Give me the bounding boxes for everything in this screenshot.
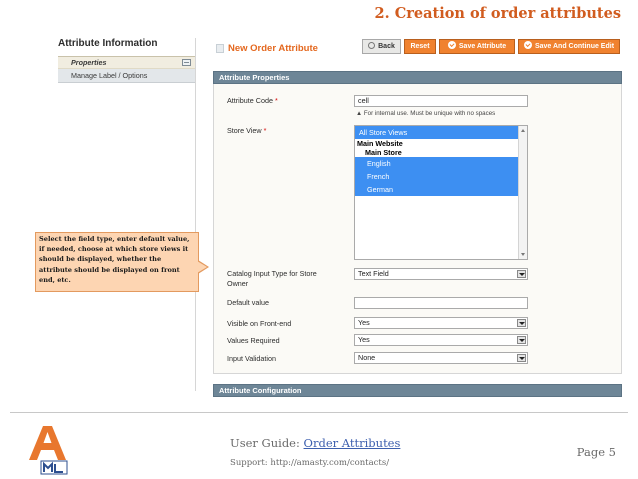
input-validation-value: None: [358, 353, 376, 362]
user-guide-title: User Guide: Order Attributes: [230, 436, 400, 450]
support-link[interactable]: Support: http://amasty.com/contacts/: [230, 458, 389, 468]
sidebar-item-properties[interactable]: Properties: [58, 56, 195, 69]
reset-button[interactable]: Reset: [404, 39, 436, 54]
store-view-group-website: Main Website: [357, 139, 403, 148]
scroll-up-icon[interactable]: [521, 129, 525, 132]
back-arrow-icon: [368, 42, 376, 49]
footer-divider: [10, 412, 628, 413]
store-view-label: Store View *: [227, 126, 267, 135]
form-icon: [216, 44, 224, 53]
sidebar-item-label: Properties: [71, 58, 107, 67]
default-value-input[interactable]: [354, 297, 528, 309]
page-number: Page 5: [576, 445, 616, 459]
callout-note: Select the field type, enter default val…: [35, 232, 199, 292]
store-view-option-german[interactable]: German: [355, 183, 518, 196]
input-type-value: Text Field: [358, 269, 389, 278]
visible-front-select[interactable]: Yes: [354, 317, 528, 329]
sidebar-item-manage-options[interactable]: Manage Label / Options: [58, 69, 195, 83]
guide-prefix: User Guide:: [230, 436, 304, 450]
section-header-properties[interactable]: Attribute Properties: [213, 71, 622, 84]
sidebar-item-label: Manage Label / Options: [71, 71, 148, 80]
back-button[interactable]: Back: [362, 39, 401, 54]
input-type-select[interactable]: Text Field: [354, 268, 528, 280]
callout-pointer-fill: [197, 261, 207, 273]
input-type-label: Catalog Input Type for Store Owner: [227, 269, 317, 288]
chevron-down-icon: [517, 336, 526, 344]
check-circle-icon: [523, 41, 532, 49]
chevron-down-icon: [517, 270, 526, 278]
store-view-option-french[interactable]: French: [355, 170, 518, 183]
sidebar: Attribute Information Properties Manage …: [58, 38, 195, 83]
default-value-label: Default value: [227, 298, 269, 307]
save-continue-button-label: Save And Continue Edit: [534, 43, 615, 50]
values-required-label: Values Required: [227, 336, 280, 345]
store-view-option-all[interactable]: All Store Views: [355, 126, 518, 139]
document-title: 2. Creation of order attributes: [374, 5, 621, 22]
attribute-code-input[interactable]: cell: [354, 95, 528, 107]
sidebar-title: Attribute Information: [58, 38, 158, 49]
scrollbar[interactable]: [518, 126, 527, 259]
store-view-group-store: Main Store: [365, 148, 402, 157]
input-validation-label: Input Validation: [227, 354, 277, 363]
input-validation-select[interactable]: None: [354, 352, 528, 364]
collapse-icon[interactable]: [182, 59, 191, 66]
note-icon: ▲: [356, 110, 363, 117]
save-button-label: Save Attribute: [458, 43, 507, 50]
guide-link[interactable]: Order Attributes: [304, 436, 401, 450]
amasty-logo: [29, 426, 68, 475]
section-header-configuration[interactable]: Attribute Configuration: [213, 384, 622, 397]
attribute-code-note: ▲ For internal use. Must be unique with …: [356, 110, 496, 117]
attribute-code-label: Attribute Code *: [227, 96, 278, 105]
store-view-option-english[interactable]: English: [355, 157, 518, 170]
back-button-label: Back: [378, 43, 395, 50]
logo-letter-a: [29, 426, 66, 460]
visible-front-label: Visible on Front-end: [227, 319, 292, 328]
scroll-down-icon[interactable]: [521, 253, 525, 256]
divider: [195, 38, 196, 391]
values-required-select[interactable]: Yes: [354, 334, 528, 346]
chevron-down-icon: [517, 319, 526, 327]
check-circle-icon: [447, 41, 456, 49]
store-view-multiselect[interactable]: All Store Views Main Website Main Store …: [354, 125, 528, 260]
save-and-continue-button[interactable]: Save And Continue Edit: [518, 39, 620, 54]
chevron-down-icon: [517, 354, 526, 362]
form-title: New Order Attribute: [228, 43, 318, 54]
save-attribute-button[interactable]: Save Attribute: [439, 39, 515, 54]
visible-front-value: Yes: [358, 318, 370, 327]
values-required-value: Yes: [358, 335, 370, 344]
reset-button-label: Reset: [410, 43, 430, 50]
